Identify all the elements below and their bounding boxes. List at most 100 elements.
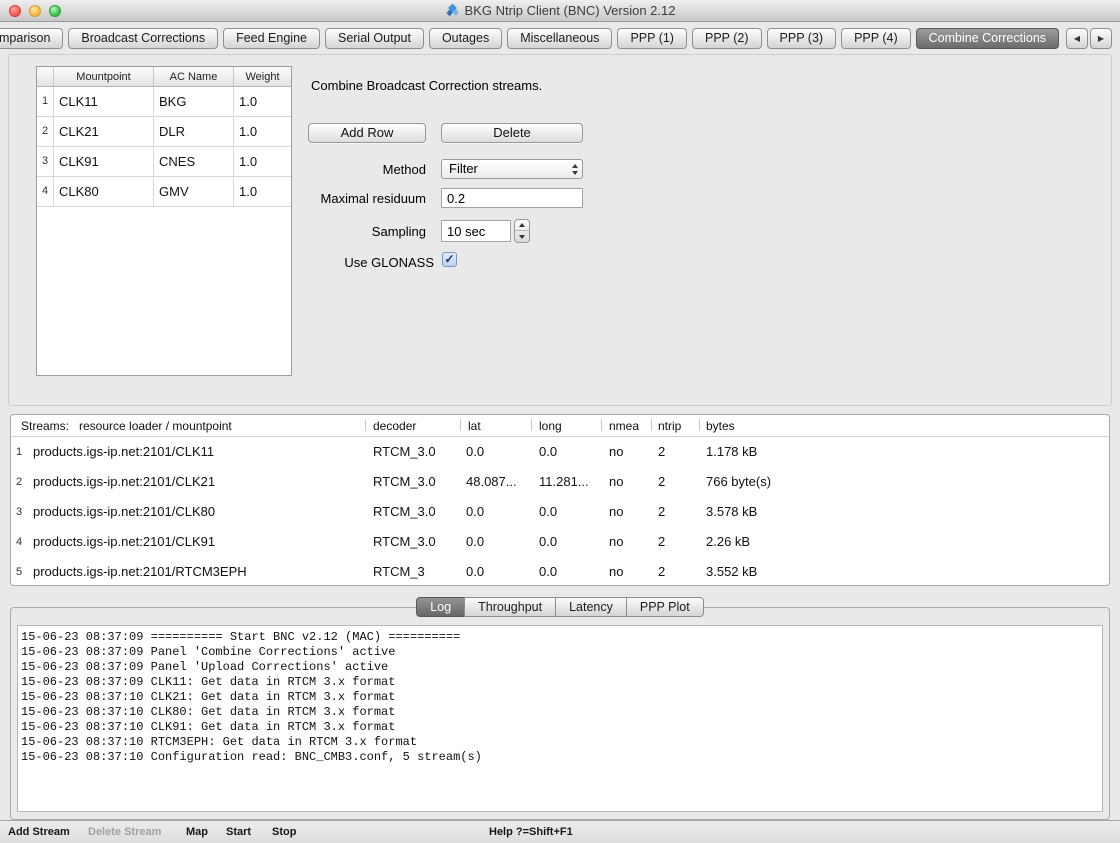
stream-row[interactable]: 1 products.igs-ip.net:2101/CLK11 RTCM_3.… — [11, 437, 1109, 467]
stream-nmea[interactable]: no — [609, 557, 623, 586]
tab-broadcast-corrections[interactable]: Broadcast Corrections — [68, 28, 218, 49]
spin-up-icon[interactable] — [515, 220, 529, 231]
stream-row[interactable]: 2 products.igs-ip.net:2101/CLK21 RTCM_3.… — [11, 467, 1109, 497]
col-header-mountpoint[interactable]: Mountpoint — [54, 67, 154, 87]
zoom-button[interactable] — [49, 5, 61, 17]
stream-bytes: 2.26 kB — [706, 527, 750, 557]
tab-scroll-left-icon[interactable]: ◀ — [1066, 28, 1088, 49]
main-tab-bar: mparison Broadcast Corrections Feed Engi… — [0, 28, 1120, 50]
use-glonass-checkbox[interactable]: ✓ — [442, 252, 457, 267]
tab-ppp-1[interactable]: PPP (1) — [617, 28, 687, 49]
log-output[interactable]: 15-06-23 08:37:09 ========== Start BNC v… — [17, 625, 1103, 812]
stream-row[interactable]: 3 products.igs-ip.net:2101/CLK80 RTCM_3.… — [11, 497, 1109, 527]
stream-bytes: 766 byte(s) — [706, 467, 771, 497]
stream-long[interactable]: 0.0 — [539, 557, 557, 586]
row-header: 1 — [11, 437, 27, 467]
tab-feed-engine[interactable]: Feed Engine — [223, 28, 320, 49]
stream-lat[interactable]: 0.0 — [466, 527, 484, 557]
maximal-residuum-input[interactable] — [441, 188, 583, 208]
cell-ac-name[interactable]: CNES — [154, 147, 234, 177]
cell-mountpoint[interactable]: CLK11 — [54, 87, 154, 117]
stream-lat[interactable]: 48.087... — [466, 467, 517, 497]
col-header-ac-name[interactable]: AC Name — [154, 67, 234, 87]
stream-row[interactable]: 5 products.igs-ip.net:2101/RTCM3EPH RTCM… — [11, 557, 1109, 586]
sampling-stepper[interactable] — [514, 219, 530, 243]
stream-ntrip[interactable]: 2 — [658, 467, 665, 497]
tab-latency[interactable]: Latency — [555, 597, 627, 617]
stream-mountpoint[interactable]: products.igs-ip.net:2101/CLK11 — [33, 437, 214, 467]
stream-ntrip[interactable]: 2 — [658, 437, 665, 467]
stream-lat[interactable]: 0.0 — [466, 437, 484, 467]
stream-mountpoint[interactable]: products.igs-ip.net:2101/CLK80 — [33, 497, 215, 527]
add-row-button[interactable]: Add Row — [308, 123, 426, 143]
tab-serial-output[interactable]: Serial Output — [325, 28, 424, 49]
stream-long[interactable]: 0.0 — [539, 497, 557, 527]
cell-weight[interactable]: 1.0 — [234, 87, 291, 117]
tab-outages[interactable]: Outages — [429, 28, 502, 49]
delete-button[interactable]: Delete — [441, 123, 583, 143]
tab-comparison[interactable]: mparison — [0, 28, 63, 49]
header-decoder[interactable]: decoder — [373, 419, 416, 433]
header-ntrip[interactable]: ntrip — [658, 419, 681, 433]
stream-ntrip[interactable]: 2 — [658, 497, 665, 527]
stream-decoder[interactable]: RTCM_3.0 — [373, 467, 436, 497]
add-stream-button[interactable]: Add Stream — [8, 826, 70, 838]
header-lat[interactable]: lat — [468, 419, 481, 433]
stream-long[interactable]: 0.0 — [539, 437, 557, 467]
tab-scroll-right-icon[interactable]: ▶ — [1090, 28, 1112, 49]
tab-combine-corrections[interactable]: Combine Corrections — [916, 28, 1059, 49]
stream-mountpoint[interactable]: products.igs-ip.net:2101/CLK21 — [33, 467, 215, 497]
combine-corrections-panel: Mountpoint AC Name Weight 1 CLK11 BKG 1.… — [8, 54, 1112, 406]
log-line: 15-06-23 08:37:10 Configuration read: BN… — [21, 750, 1099, 765]
tab-throughput[interactable]: Throughput — [464, 597, 556, 617]
stream-decoder[interactable]: RTCM_3.0 — [373, 497, 436, 527]
stop-button[interactable]: Stop — [272, 826, 296, 838]
sampling-input[interactable] — [441, 220, 511, 242]
tab-ppp-plot[interactable]: PPP Plot — [626, 597, 704, 617]
stream-decoder[interactable]: RTCM_3.0 — [373, 527, 436, 557]
tab-ppp-2[interactable]: PPP (2) — [692, 28, 762, 49]
cell-mountpoint[interactable]: CLK21 — [54, 117, 154, 147]
stream-decoder[interactable]: RTCM_3.0 — [373, 437, 436, 467]
stream-bytes: 3.552 kB — [706, 557, 757, 586]
close-button[interactable] — [9, 5, 21, 17]
cell-mountpoint[interactable]: CLK91 — [54, 147, 154, 177]
stream-mountpoint[interactable]: products.igs-ip.net:2101/CLK91 — [33, 527, 215, 557]
tab-miscellaneous[interactable]: Miscellaneous — [507, 28, 612, 49]
header-streams-mountpoint[interactable]: Streams: resource loader / mountpoint — [21, 419, 232, 433]
stream-lat[interactable]: 0.0 — [466, 497, 484, 527]
cell-ac-name[interactable]: DLR — [154, 117, 234, 147]
start-button[interactable]: Start — [226, 826, 251, 838]
header-divider — [365, 419, 366, 431]
stream-nmea[interactable]: no — [609, 497, 623, 527]
stream-mountpoint[interactable]: products.igs-ip.net:2101/RTCM3EPH — [33, 557, 247, 586]
stream-nmea[interactable]: no — [609, 467, 623, 497]
method-select[interactable]: Filter — [441, 159, 583, 179]
stream-decoder[interactable]: RTCM_3 — [373, 557, 425, 586]
cell-ac-name[interactable]: GMV — [154, 177, 234, 207]
streams-table[interactable]: Streams: resource loader / mountpoint de… — [10, 414, 1110, 586]
stream-lat[interactable]: 0.0 — [466, 557, 484, 586]
stream-nmea[interactable]: no — [609, 527, 623, 557]
stream-long[interactable]: 0.0 — [539, 527, 557, 557]
corrections-table[interactable]: Mountpoint AC Name Weight 1 CLK11 BKG 1.… — [36, 66, 292, 376]
header-bytes[interactable]: bytes — [706, 419, 735, 433]
app-icon — [445, 3, 460, 18]
cell-mountpoint[interactable]: CLK80 — [54, 177, 154, 207]
stream-nmea[interactable]: no — [609, 437, 623, 467]
spin-down-icon[interactable] — [515, 231, 529, 242]
map-button[interactable]: Map — [186, 826, 208, 838]
stream-long[interactable]: 11.281... — [539, 467, 589, 497]
tab-log[interactable]: Log — [416, 597, 465, 617]
cell-ac-name[interactable]: BKG — [154, 87, 234, 117]
header-nmea[interactable]: nmea — [609, 419, 639, 433]
stream-ntrip[interactable]: 2 — [658, 527, 665, 557]
col-header-weight[interactable]: Weight — [234, 67, 291, 87]
cell-weight[interactable]: 1.0 — [234, 117, 291, 147]
stream-row[interactable]: 4 products.igs-ip.net:2101/CLK91 RTCM_3.… — [11, 527, 1109, 557]
tab-ppp-4[interactable]: PPP (4) — [841, 28, 911, 49]
tab-ppp-3[interactable]: PPP (3) — [767, 28, 837, 49]
stream-ntrip[interactable]: 2 — [658, 557, 665, 586]
header-long[interactable]: long — [539, 419, 562, 433]
minimize-button[interactable] — [29, 5, 41, 17]
